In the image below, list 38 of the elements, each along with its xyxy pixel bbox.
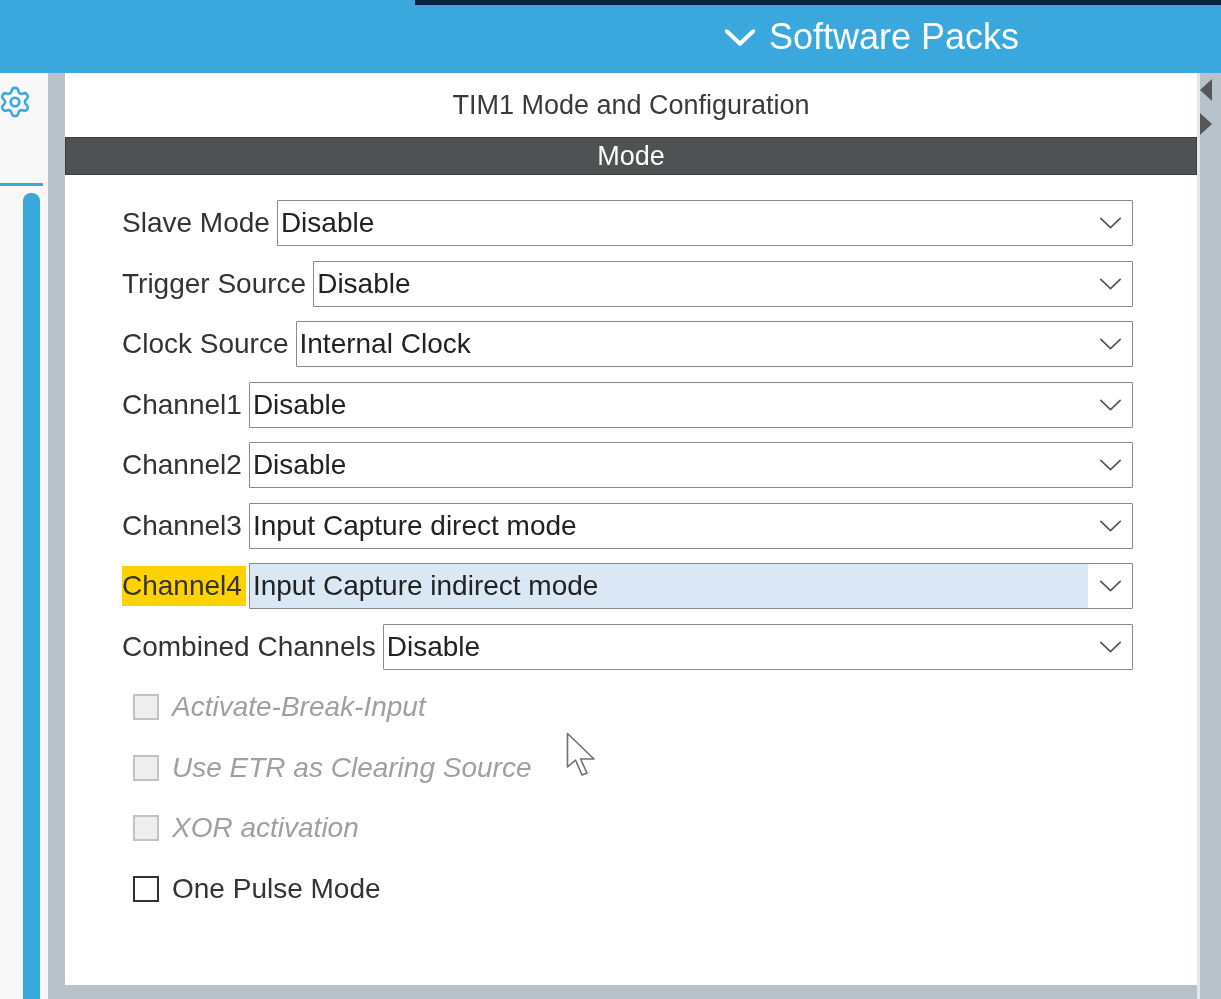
dropdown[interactable]: Disable xyxy=(313,260,1133,307)
settings-icon[interactable] xyxy=(0,85,32,119)
checkbox[interactable] xyxy=(133,875,159,902)
chevron-down-icon xyxy=(1098,338,1122,350)
checkbox-label: One Pulse Mode xyxy=(172,872,381,905)
chevron-down-icon xyxy=(1098,277,1122,290)
chevron-down-icon xyxy=(1098,398,1122,411)
field-label: Combined Channels xyxy=(122,629,377,664)
checkbox-label: Use ETR as Clearing Source xyxy=(172,751,532,784)
expand-right-icon[interactable] xyxy=(1200,113,1212,135)
dropdown[interactable]: Input Capture indirect mode xyxy=(248,563,1133,609)
panel-title: TIM1 Mode and Configuration xyxy=(451,88,811,122)
field-label: Trigger Source xyxy=(122,266,308,301)
dropdown[interactable]: Disable xyxy=(276,200,1133,246)
field-label: Channel2 xyxy=(122,448,243,482)
checkbox-label: XOR activation xyxy=(172,812,359,844)
field-label: Clock Source xyxy=(122,327,290,361)
chevron-down-icon xyxy=(1098,217,1122,229)
chevron-down-icon xyxy=(1098,459,1122,471)
field-label: Channel3 xyxy=(122,508,243,543)
field-label: Slave Mode xyxy=(122,206,271,240)
checkbox-label: Activate-Break-Input xyxy=(172,691,426,723)
dropdown[interactable]: Disable xyxy=(248,442,1133,488)
field-label: Channel4 xyxy=(122,566,246,606)
collapse-left-icon[interactable] xyxy=(1200,79,1212,101)
dropdown[interactable]: Input Capture direct mode xyxy=(248,502,1133,549)
section-header: Mode xyxy=(65,137,1197,175)
mouse-pointer-icon xyxy=(566,732,596,777)
chevron-down-icon xyxy=(725,28,755,46)
scrollbar-thumb[interactable] xyxy=(23,193,40,999)
chevron-down-icon xyxy=(1098,580,1122,592)
dropdown[interactable]: Disable xyxy=(248,381,1133,428)
dropdown[interactable]: Internal Clock xyxy=(295,321,1133,367)
dropdown[interactable]: Disable xyxy=(382,623,1133,670)
chevron-down-icon xyxy=(1098,640,1122,653)
chevron-down-icon xyxy=(1098,519,1122,532)
field-label: Channel1 xyxy=(122,387,243,422)
tab-underline xyxy=(0,183,43,186)
